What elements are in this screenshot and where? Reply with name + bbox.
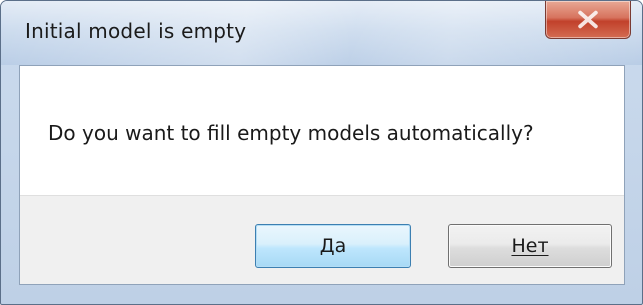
dialog-title: Initial model is empty [25,19,247,43]
no-button-label: Нет [511,235,549,257]
close-button[interactable] [545,1,631,39]
message-area: Do you want to fill empty models automat… [20,66,624,195]
title-bar[interactable]: Initial model is empty [1,1,642,65]
button-bar: Да Нет [20,195,624,284]
no-button[interactable]: Нет [448,224,612,268]
dialog-body: Do you want to fill empty models automat… [19,65,625,285]
yes-button[interactable]: Да [255,224,411,268]
close-icon [578,10,598,29]
dialog-window: Initial model is empty Do you want to fi… [0,0,643,305]
message-text: Do you want to fill empty models automat… [48,121,534,145]
yes-button-label: Да [319,235,347,257]
